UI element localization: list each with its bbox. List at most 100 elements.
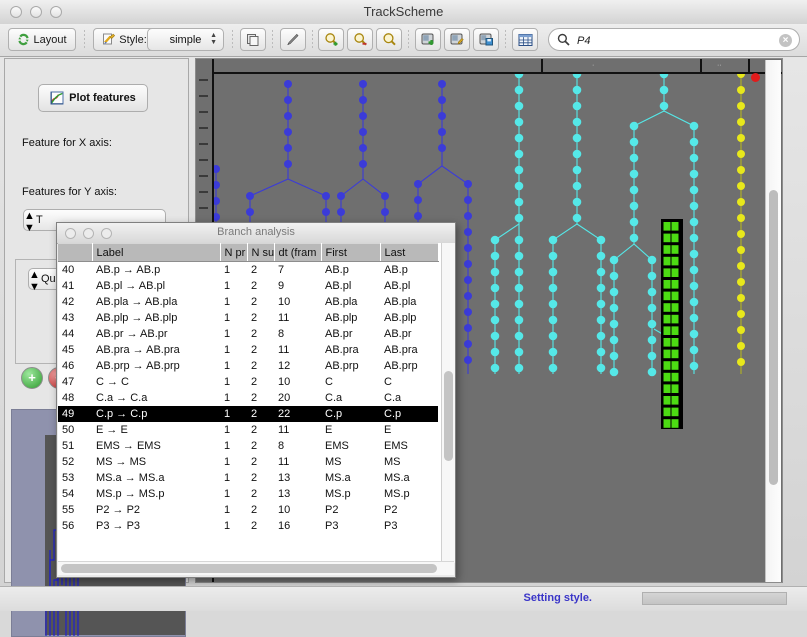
track-spot[interactable] [689, 345, 699, 355]
selected-spot-cell[interactable] [671, 291, 679, 301]
track-spot[interactable] [689, 153, 699, 163]
track-spot[interactable] [246, 192, 254, 200]
track-spot[interactable] [629, 121, 639, 131]
track-spot[interactable] [609, 255, 619, 265]
track-spot[interactable] [514, 299, 524, 309]
track-spot[interactable] [629, 201, 639, 211]
track-spot[interactable] [596, 331, 606, 341]
selected-spot-cell[interactable] [671, 303, 679, 312]
track-spot[interactable] [464, 196, 472, 204]
track-spot[interactable] [548, 347, 558, 357]
branch-analysis-dialog[interactable]: Branch analysis Label N pr N su dt (fram… [56, 222, 456, 578]
track-spot[interactable] [647, 255, 657, 265]
track-spot[interactable] [214, 181, 220, 189]
track-spot[interactable] [596, 283, 606, 293]
track-spot[interactable] [438, 96, 446, 104]
track-spot[interactable] [596, 347, 606, 357]
track-spot[interactable] [737, 358, 745, 366]
track-spot[interactable] [548, 363, 558, 373]
track-spot[interactable] [572, 101, 582, 111]
track-spot[interactable] [514, 213, 524, 223]
track-spot[interactable] [438, 80, 446, 88]
track-spot[interactable] [572, 85, 582, 95]
dialog-vscroll-thumb[interactable] [444, 371, 453, 461]
track-spot[interactable] [629, 153, 639, 163]
track-spot[interactable] [514, 101, 524, 111]
track-spot[interactable] [490, 251, 500, 261]
track-spot[interactable] [438, 144, 446, 152]
track-spot[interactable] [514, 85, 524, 95]
track-spot[interactable] [490, 363, 500, 373]
track-spot[interactable] [548, 251, 558, 261]
track-spot[interactable] [629, 137, 639, 147]
track-spot[interactable] [609, 319, 619, 329]
track-spot[interactable] [609, 335, 619, 345]
track-spot[interactable] [514, 133, 524, 143]
track-spot[interactable] [689, 137, 699, 147]
track-spot[interactable] [359, 80, 367, 88]
track-spot[interactable] [689, 265, 699, 275]
track-spot[interactable] [629, 217, 639, 227]
track-spot[interactable] [548, 283, 558, 293]
track-spot[interactable] [689, 361, 699, 371]
track-spot[interactable] [689, 169, 699, 179]
selected-spot-cell[interactable] [671, 349, 679, 359]
track-spot[interactable] [359, 96, 367, 104]
track-spot[interactable] [629, 233, 639, 243]
track-spot[interactable] [609, 271, 619, 281]
track-spot[interactable] [414, 180, 422, 188]
track-spot[interactable] [596, 299, 606, 309]
col-header-dt[interactable]: dt (fram [274, 243, 322, 262]
layout-button[interactable]: Layout [8, 28, 76, 51]
track-spot[interactable] [337, 192, 345, 200]
track-spot[interactable] [284, 112, 292, 120]
track-spot[interactable] [514, 283, 524, 293]
selected-spot-cell[interactable] [663, 384, 671, 393]
table-row[interactable]: 52 MS → MS 1 2 11 MS MS [58, 454, 438, 470]
track-spot[interactable] [464, 324, 472, 332]
clear-search-icon[interactable]: × [779, 34, 792, 47]
track-spot[interactable] [548, 267, 558, 277]
track-spot[interactable] [490, 299, 500, 309]
plot-features-button[interactable]: Plot features [38, 84, 148, 112]
selected-spot-cell[interactable] [663, 245, 671, 254]
capture-save-button[interactable] [473, 28, 499, 51]
track-spot[interactable] [214, 165, 220, 173]
track-spot[interactable] [737, 86, 745, 94]
track-spot[interactable] [572, 149, 582, 159]
table-row[interactable]: 40 AB.p → AB.p 1 2 7 AB.p AB.p [58, 262, 438, 279]
table-row[interactable]: 54 MS.p → MS.p 1 2 13 MS.p MS.p [58, 486, 438, 502]
selected-spot-cell[interactable] [671, 372, 679, 382]
graph-vertical-scrollbar[interactable] [765, 60, 781, 582]
track-spot[interactable] [514, 267, 524, 277]
track-spot[interactable] [490, 331, 500, 341]
selected-spot-cell[interactable] [663, 372, 671, 382]
selected-spot-cell[interactable] [671, 419, 679, 428]
track-spot[interactable] [464, 228, 472, 236]
selected-spot-cell[interactable] [663, 222, 671, 231]
selected-spot-cell[interactable] [663, 291, 671, 301]
selected-spot-cell[interactable] [671, 256, 679, 266]
capture-imagej-button[interactable] [415, 28, 441, 51]
track-spot[interactable] [737, 230, 745, 238]
track-spot[interactable] [490, 235, 500, 245]
selected-spot-cell[interactable] [663, 396, 671, 405]
track-spot[interactable] [284, 80, 292, 88]
track-spot[interactable] [572, 133, 582, 143]
selected-spot-cell[interactable] [671, 396, 679, 405]
selected-spot-cell[interactable] [663, 419, 671, 428]
track-spot[interactable] [572, 117, 582, 127]
track-spot[interactable] [689, 249, 699, 259]
track-spot[interactable] [322, 208, 330, 216]
track-spot[interactable] [464, 356, 472, 364]
table-row[interactable]: 49 C.p → C.p 1 2 22 C.p C.p [58, 406, 438, 422]
track-spot[interactable] [737, 262, 745, 270]
selected-spot-cell[interactable] [663, 256, 671, 266]
track-spot[interactable] [609, 351, 619, 361]
dialog-hscroll-thumb[interactable] [61, 564, 437, 573]
selected-spot-cell[interactable] [671, 222, 679, 231]
track-spot[interactable] [514, 315, 524, 325]
track-spot[interactable] [737, 182, 745, 190]
add-feature-button[interactable]: + [21, 367, 43, 389]
table-row[interactable]: 55 P2 → P2 1 2 10 P2 P2 [58, 502, 438, 518]
